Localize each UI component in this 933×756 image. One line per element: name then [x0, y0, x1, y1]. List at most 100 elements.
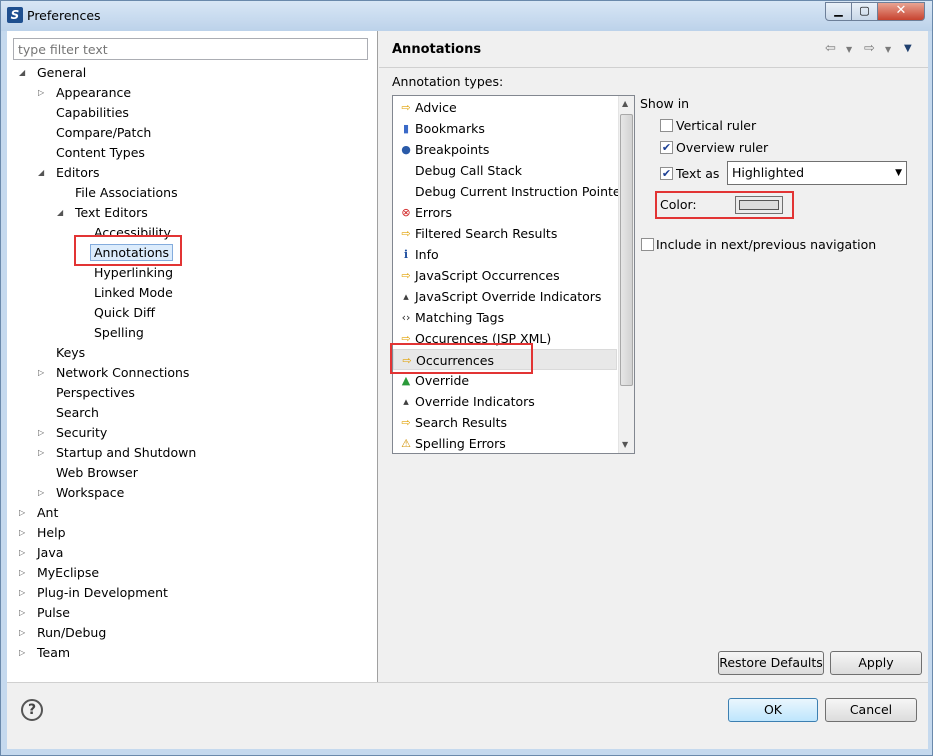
tree-item[interactable]: ▷ MyEclipse — [19, 563, 99, 583]
annotation-type-item[interactable]: i Info — [393, 244, 617, 265]
tree-item[interactable]: Linked Mode — [94, 283, 173, 303]
tree-item-label: Run/Debug — [37, 625, 107, 640]
annotation-type-item[interactable]: ⇨ JavaScript Occurrences — [393, 265, 617, 286]
info-icon: i — [403, 248, 409, 261]
view-menu-icon[interactable]: ▼ — [904, 43, 912, 54]
tree-item[interactable]: ◢ Text Editors — [57, 203, 148, 223]
annotation-type-label: Errors — [415, 205, 452, 220]
tree-item[interactable]: Quick Diff — [94, 303, 155, 323]
tree-item-label: Search — [56, 405, 99, 420]
tree-item[interactable]: ▷ Plug-in Development — [19, 583, 168, 603]
annotation-type-label: JavaScript Occurrences — [415, 268, 560, 283]
include-navigation-label: Include in next/previous navigation — [656, 237, 877, 252]
tree-item[interactable]: Compare/Patch — [56, 123, 151, 143]
tree-collapsed-icon[interactable]: ▷ — [38, 483, 48, 503]
forward-dropdown-icon[interactable]: ▼ — [885, 45, 891, 54]
annotation-type-item[interactable]: ⇨ Search Results — [393, 412, 617, 433]
tree-collapsed-icon[interactable]: ▷ — [19, 503, 29, 523]
annotation-type-item[interactable]: ▴ Override Indicators — [393, 391, 617, 412]
tree-collapsed-icon[interactable]: ▷ — [19, 523, 29, 543]
tree-item[interactable]: ▷ Run/Debug — [19, 623, 107, 643]
tree-collapsed-icon[interactable]: ▷ — [19, 563, 29, 583]
tree-item[interactable]: ▷ Help — [19, 523, 66, 543]
vertical-ruler-checkbox[interactable] — [660, 119, 673, 132]
breakpoint-icon: ● — [401, 143, 411, 156]
annotation-type-item[interactable]: ⇨ Filtered Search Results — [393, 223, 617, 244]
tree-item[interactable]: ◢ General — [19, 63, 87, 83]
tree-item[interactable]: ▷ Team — [19, 643, 70, 663]
tree-collapsed-icon[interactable]: ▷ — [19, 583, 29, 603]
tree-item[interactable]: Keys — [56, 343, 85, 363]
tree-item[interactable]: ▷ Pulse — [19, 603, 70, 623]
tree-collapsed-icon[interactable]: ▷ — [19, 623, 29, 643]
maximize-button[interactable]: ▢ — [851, 2, 878, 21]
annotation-type-label: Search Results — [415, 415, 508, 430]
tree-collapsed-icon[interactable]: ▷ — [19, 643, 29, 663]
tree-item[interactable]: File Associations — [75, 183, 178, 203]
tree-collapsed-icon[interactable]: ▷ — [38, 363, 48, 383]
annotation-type-item[interactable]: ▮ Bookmarks — [393, 118, 617, 139]
arrow-icon: ⇨ — [401, 101, 411, 114]
annotation-type-item[interactable]: Debug Current Instruction Pointer — [393, 181, 626, 202]
help-icon[interactable]: ? — [21, 699, 43, 721]
tree-item[interactable]: ▷ Appearance — [38, 83, 131, 103]
title-bar[interactable]: S Preferences ▁ ▢ ✕ — [1, 1, 932, 31]
filter-input[interactable] — [13, 38, 368, 60]
tree-item-label: Perspectives — [56, 385, 135, 400]
tree-expanded-icon[interactable]: ◢ — [57, 203, 67, 223]
tree-item[interactable]: Web Browser — [56, 463, 138, 483]
annotation-type-item[interactable]: ⚠ Spelling Errors — [393, 433, 617, 454]
annotation-type-item[interactable]: ⇨ Advice — [393, 97, 617, 118]
annotation-type-item[interactable]: ▴ JavaScript Override Indicators — [393, 286, 617, 307]
tree-item-label: Spelling — [94, 325, 144, 340]
tree-collapsed-icon[interactable]: ▷ — [19, 543, 29, 563]
tree-collapsed-icon[interactable]: ▷ — [38, 83, 48, 103]
cancel-button[interactable]: Cancel — [825, 698, 917, 722]
include-navigation-checkbox[interactable] — [641, 238, 654, 251]
tree-item[interactable]: Capabilities — [56, 103, 129, 123]
tree-item[interactable]: ◢ Editors — [38, 163, 100, 183]
annotation-types-list[interactable]: ⇨ Advice ▮ Bookmarks ● Breakpoints Debug Call … — [390, 95, 635, 454]
tree-collapsed-icon[interactable]: ▷ — [19, 603, 29, 623]
tree-collapsed-icon[interactable]: ▷ — [38, 443, 48, 463]
tree-item[interactable]: ▷ Security — [38, 423, 107, 443]
restore-defaults-button[interactable]: Restore Defaults — [718, 651, 824, 675]
tree-item-label: General — [37, 65, 87, 80]
tree-item[interactable]: ▷ Workspace — [38, 483, 124, 503]
annotation-type-item[interactable]: ● Breakpoints — [393, 139, 617, 160]
tree-item-label: Keys — [56, 345, 86, 360]
annotation-type-item[interactable]: ‹› Matching Tags — [393, 307, 617, 328]
tree-item[interactable]: ▷ Startup and Shutdown — [38, 443, 196, 463]
overview-ruler-checkbox[interactable]: ✔ — [660, 141, 673, 154]
text-as-checkbox[interactable]: ✔ — [660, 167, 673, 180]
scroll-up-icon[interactable]: ▲ — [622, 99, 628, 108]
back-dropdown-icon[interactable]: ▼ — [846, 45, 852, 54]
tree-expanded-icon[interactable]: ◢ — [38, 163, 48, 183]
minimize-button[interactable]: ▁ — [825, 2, 852, 21]
close-button[interactable]: ✕ — [877, 2, 925, 21]
tree-collapsed-icon[interactable]: ▷ — [38, 423, 48, 443]
apply-button[interactable]: Apply — [830, 651, 922, 675]
scroll-down-icon[interactable]: ▼ — [622, 440, 628, 449]
tree-item[interactable]: ▷ Ant — [19, 503, 58, 523]
ok-button[interactable]: OK — [728, 698, 818, 722]
tree-item[interactable]: Perspectives — [56, 383, 135, 403]
tree-item[interactable]: Hyperlinking — [94, 263, 173, 283]
navigation-pane: ◢ General ▷ Appearance Capabilities Compare/P… — [7, 31, 378, 682]
error-icon: ⊗ — [401, 206, 411, 219]
annotation-type-item[interactable]: ⊗ Errors — [393, 202, 617, 223]
list-scrollbar[interactable]: ▲ ▼ — [618, 96, 634, 453]
text-as-select[interactable]: Highlighted ▼ — [727, 161, 907, 185]
annotation-type-item[interactable]: Debug Call Stack — [393, 160, 617, 181]
forward-icon[interactable]: ⇨ — [864, 41, 875, 56]
back-icon[interactable]: ⇦ — [825, 41, 836, 56]
tree-item[interactable]: ▷ Network Connections — [38, 363, 189, 383]
scroll-thumb[interactable] — [620, 114, 633, 386]
tree-item[interactable]: Spelling — [94, 323, 144, 343]
tree-item[interactable]: Search — [56, 403, 99, 423]
vertical-ruler-label: Vertical ruler — [676, 118, 757, 133]
tree-expanded-icon[interactable]: ◢ — [19, 63, 29, 83]
tree-item[interactable]: Content Types — [56, 143, 145, 163]
tree-item-label: Compare/Patch — [56, 125, 152, 140]
tree-item[interactable]: ▷ Java — [19, 543, 63, 563]
